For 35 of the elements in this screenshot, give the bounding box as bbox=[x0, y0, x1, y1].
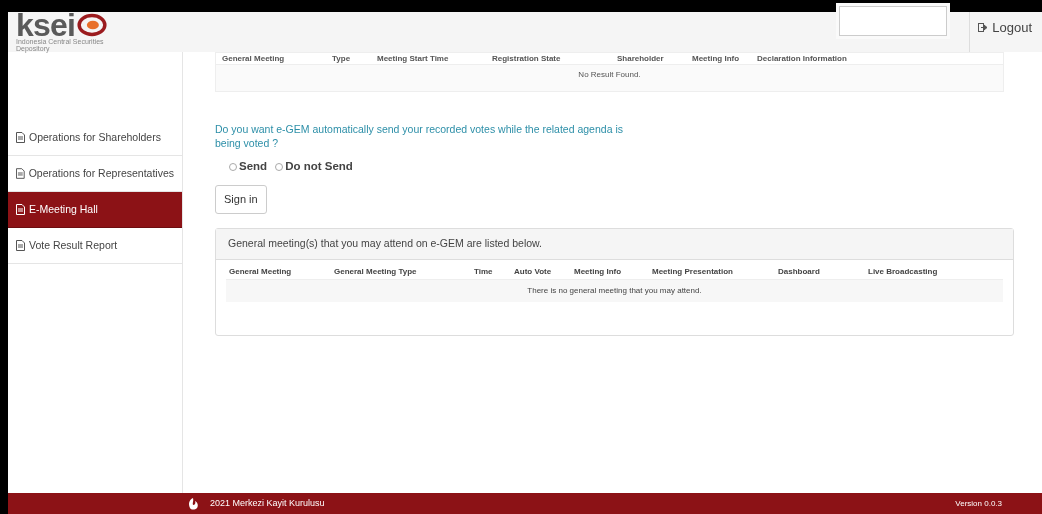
document-icon bbox=[16, 168, 25, 179]
document-icon bbox=[16, 132, 25, 143]
column-header: Meeting Info bbox=[574, 266, 623, 278]
column-header: Meeting Info bbox=[692, 52, 741, 65]
column-header: Auto Vote bbox=[514, 266, 553, 278]
column-header: Type bbox=[332, 52, 352, 65]
column-header: Declaration Information bbox=[757, 52, 848, 65]
flame-logo-icon bbox=[186, 496, 200, 511]
panel-title: General meeting(s) that you may attend on e-GEM are listed below. bbox=[216, 228, 1013, 260]
logout-button[interactable]: Logout bbox=[978, 18, 1032, 38]
column-header: General Meeting bbox=[222, 52, 286, 65]
search-field[interactable] bbox=[839, 6, 948, 36]
question-text: Do you want e-GEM automatically send your recorded votes while the related agenda is being voted ? bbox=[215, 122, 624, 150]
empty-message: No Result Found. bbox=[577, 69, 642, 81]
column-header: General Meeting bbox=[229, 266, 293, 278]
column-header: Live Broadcasting bbox=[868, 266, 939, 278]
column-header: Meeting Start Time bbox=[377, 52, 450, 65]
sign-in-button[interactable]: Sign in bbox=[215, 185, 267, 214]
sidebar-item[interactable]: E-Meeting Hall bbox=[8, 192, 182, 228]
column-header: Registration State bbox=[492, 52, 562, 65]
column-header: Shareholder bbox=[617, 52, 665, 65]
logo-text: ksei bbox=[16, 12, 76, 38]
document-icon bbox=[16, 240, 25, 251]
radio-option[interactable]: Send bbox=[229, 158, 268, 176]
document-icon bbox=[16, 204, 25, 215]
version-text: Version 0.0.3 bbox=[955, 497, 1002, 510]
empty-message: There is no general meeting that you may attend. bbox=[226, 279, 1003, 302]
radio-option[interactable]: Do not Send bbox=[275, 158, 353, 176]
copyright-text: 2021 Merkezi Kayit Kurulusu bbox=[210, 496, 325, 510]
sign-out-icon bbox=[978, 23, 990, 33]
column-header: Time bbox=[474, 266, 494, 278]
column-header: Meeting Presentation bbox=[652, 266, 734, 278]
swirl-logo-icon bbox=[77, 13, 108, 37]
column-header: General Meeting Type bbox=[334, 266, 418, 278]
column-header: Dashboard bbox=[778, 266, 821, 278]
